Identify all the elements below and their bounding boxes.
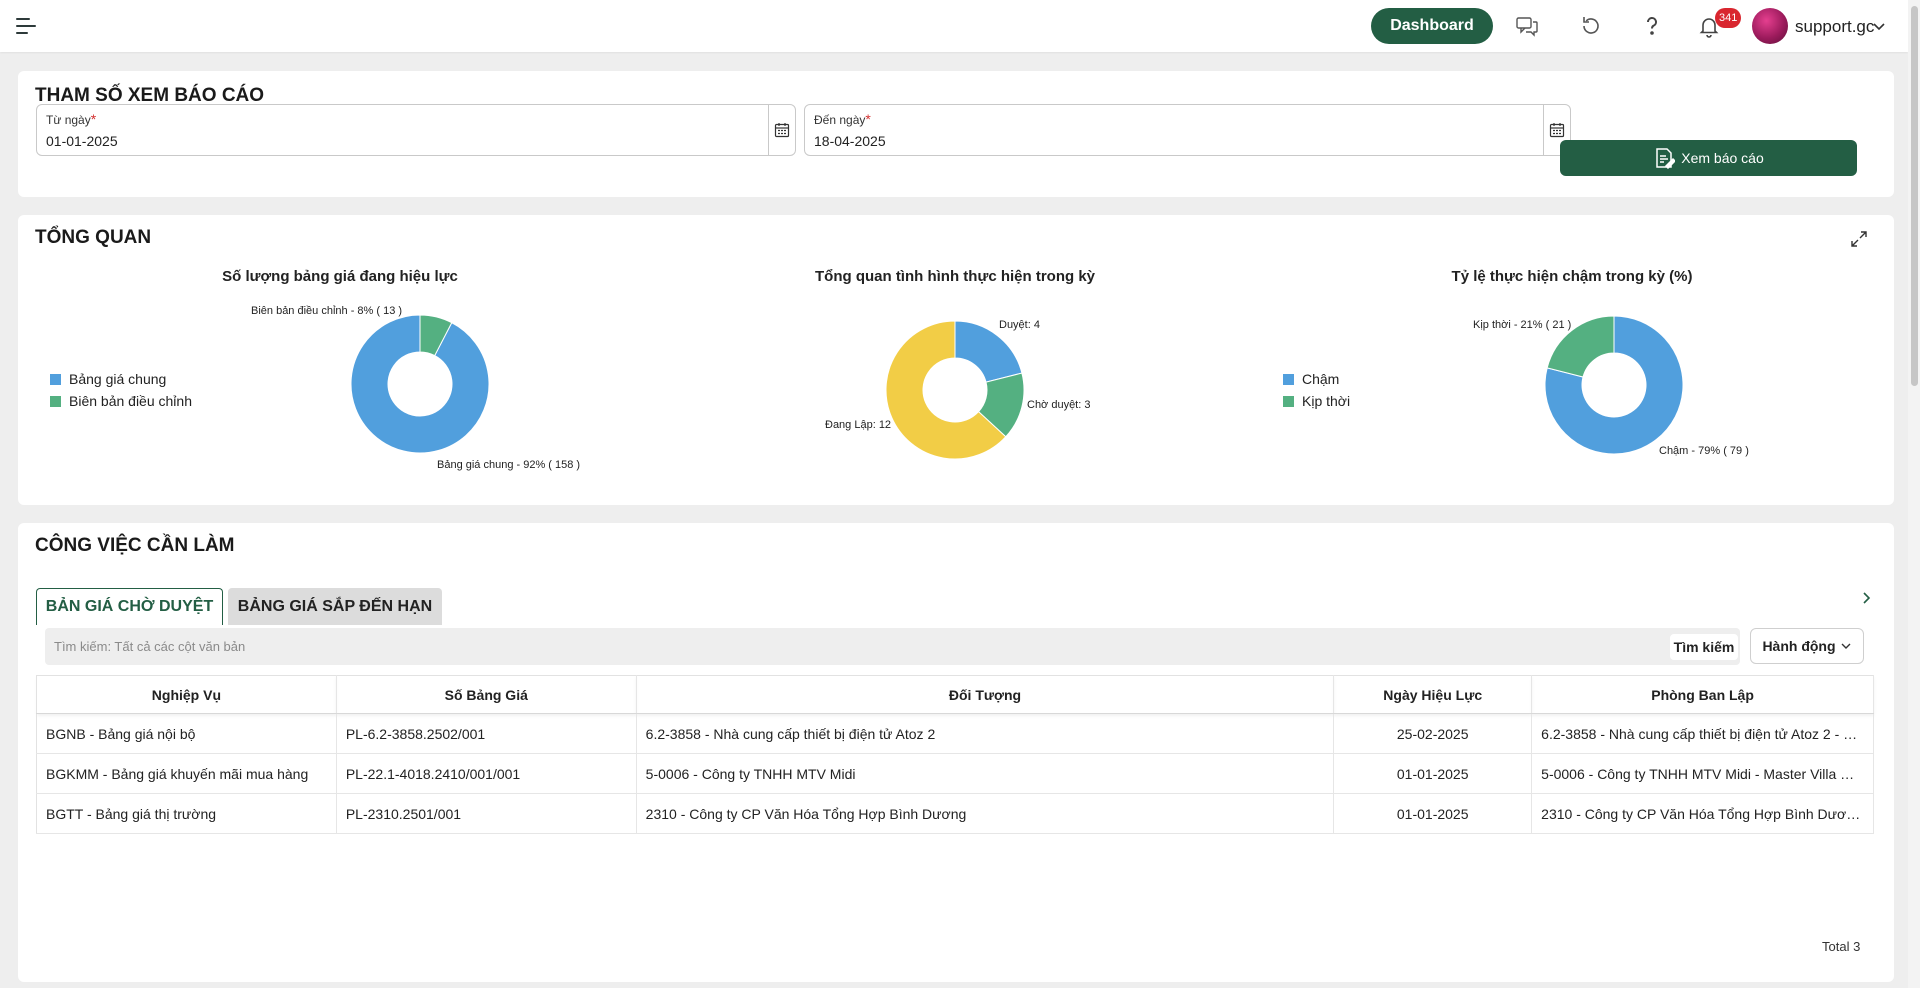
chart3-title: Tỷ lệ thực hiện chậm trong kỳ (%) xyxy=(1451,268,1693,285)
report-icon xyxy=(1656,148,1676,169)
legend-swatch xyxy=(1283,373,1294,385)
action-button-label: Hành động xyxy=(1762,638,1836,654)
table-row[interactable]: BGTT - Bảng giá thị trường PL-2310.2501/… xyxy=(36,793,1874,834)
avatar[interactable] xyxy=(1752,8,1788,44)
scrollbar-thumb[interactable] xyxy=(1911,6,1918,386)
column-header[interactable]: Nghiệp Vụ xyxy=(36,675,337,714)
to-date-value[interactable]: 18-04-2025 xyxy=(814,133,886,149)
chart1-slice-label: Biên bản điều chỉnh - 8% ( 13 ) xyxy=(251,305,403,317)
table-row[interactable]: BGNB - Bảng giá nội bộ PL-6.2-3858.2502/… xyxy=(36,713,1874,754)
table-cell: 5-0006 - Công ty TNHH MTV Midi - Master … xyxy=(1531,753,1874,794)
chevron-down-icon[interactable] xyxy=(1872,19,1886,33)
chart2-slice-label: Duyệt: 4 xyxy=(999,319,1040,331)
column-header[interactable]: Phòng Ban Lập xyxy=(1531,675,1874,714)
to-date-field[interactable]: Đến ngày* 18-04-2025 xyxy=(804,104,1571,156)
table-cell: 01-01-2025 xyxy=(1333,753,1533,794)
legend-swatch xyxy=(1283,395,1294,407)
view-report-button[interactable]: Xem báo cáo xyxy=(1560,140,1857,176)
calendar-icon[interactable] xyxy=(768,105,795,155)
view-report-label: Xem báo cáo xyxy=(1681,150,1764,166)
chevron-right-icon[interactable] xyxy=(1858,590,1874,606)
from-date-label: Từ ngày xyxy=(46,113,91,127)
table-cell: 6.2-3858 - Nhà cung cấp thiết bị điện tử… xyxy=(636,713,1335,754)
help-icon[interactable] xyxy=(1638,12,1666,40)
column-header[interactable]: Số Bảng Giá xyxy=(336,675,637,714)
legend-swatch xyxy=(50,395,61,407)
chart3-slice-label: Kịp thời - 21% ( 21 ) xyxy=(1473,319,1572,331)
top-bar: Dashboard 341 support.gc xyxy=(0,0,1908,52)
table-cell: 25-02-2025 xyxy=(1333,713,1533,754)
table-cell: 2310 - Công ty CP Văn Hóa Tổng Hợp Bình … xyxy=(636,793,1335,834)
table-cell: 2310 - Công ty CP Văn Hóa Tổng Hợp Bình … xyxy=(1531,793,1874,834)
tab-expiring-soon[interactable]: BẢNG GIÁ SẮP ĐẾN HẠN xyxy=(228,588,442,625)
overview-title: TỔNG QUAN xyxy=(35,227,152,248)
price-table: Nghiệp Vụ Số Bảng Giá Đối Tượng Ngày Hiệ… xyxy=(36,675,1874,834)
chart2-donut xyxy=(885,320,1025,460)
table-cell: PL-22.1-4018.2410/001/001 xyxy=(336,753,637,794)
required-mark: * xyxy=(865,111,871,127)
from-date-value[interactable]: 01-01-2025 xyxy=(46,133,118,149)
table-row[interactable]: BGKMM - Bảng giá khuyến mãi mua hàng PL-… xyxy=(36,753,1874,794)
search-input[interactable] xyxy=(45,628,1665,665)
notification-badge: 341 xyxy=(1715,8,1742,28)
legend-item[interactable]: Kịp thời xyxy=(1302,393,1350,409)
table-cell: PL-2310.2501/001 xyxy=(336,793,637,834)
refresh-icon[interactable] xyxy=(1577,12,1605,40)
chevron-down-icon xyxy=(1841,643,1851,649)
chart3-slice-label: Chậm - 79% ( 79 ) xyxy=(1659,445,1749,457)
chart1-title: Số lượng bảng giá đang hiệu lực xyxy=(222,268,458,285)
legend-item[interactable]: Bảng giá chung xyxy=(69,371,166,387)
chart2-slice-label: Chờ duyệt: 3 xyxy=(1027,399,1091,411)
table-cell: 5-0006 - Công ty TNHH MTV Midi xyxy=(636,753,1335,794)
table-cell: BGTT - Bảng giá thị trường xyxy=(36,793,337,834)
dashboard-button[interactable]: Dashboard xyxy=(1371,8,1493,44)
required-mark: * xyxy=(90,111,97,127)
legend-item[interactable]: Chậm xyxy=(1302,371,1339,387)
search-bar: Tìm kiếm xyxy=(45,628,1740,665)
legend-swatch xyxy=(50,373,61,385)
table-cell: PL-6.2-3858.2502/001 xyxy=(336,713,637,754)
table-header-row: Nghiệp Vụ Số Bảng Giá Đối Tượng Ngày Hiệ… xyxy=(36,675,1874,714)
chat-icon[interactable] xyxy=(1513,12,1541,40)
chart2-slice-label: Đang Lập: 12 xyxy=(825,419,892,431)
chart2-title: Tổng quan tình hình thực hiện trong kỳ xyxy=(815,268,1095,285)
tab-pending-approval[interactable]: BẢN GIÁ CHỜ DUYỆT xyxy=(36,588,223,625)
tasks-title: CÔNG VIỆC CẦN LÀM xyxy=(35,535,235,556)
chart1-slice-label: Bảng giá chung - 92% ( 158 ) xyxy=(437,459,581,471)
table-cell: BGKMM - Bảng giá khuyến mãi mua hàng xyxy=(36,753,337,794)
column-header[interactable]: Ngày Hiệu Lực xyxy=(1333,675,1533,714)
legend-item[interactable]: Biên bản điều chỉnh xyxy=(69,393,192,409)
total-count: Total 3 xyxy=(1822,939,1861,954)
chart3-legend: Chậm Kịp thời xyxy=(1283,368,1350,412)
table-cell: BGNB - Bảng giá nội bộ xyxy=(36,713,337,754)
username[interactable]: support.gc xyxy=(1795,17,1874,37)
to-date-label: Đến ngày xyxy=(814,113,866,127)
from-date-field[interactable]: Từ ngày* 01-01-2025 xyxy=(36,104,796,156)
menu-icon[interactable] xyxy=(16,16,40,36)
table-cell: 01-01-2025 xyxy=(1333,793,1533,834)
column-header[interactable]: Đối Tượng xyxy=(636,675,1335,714)
expand-icon[interactable] xyxy=(1850,230,1868,248)
table-cell: 6.2-3858 - Nhà cung cấp thiết bị điện tử… xyxy=(1531,713,1874,754)
chart1-legend: Bảng giá chung Biên bản điều chỉnh xyxy=(50,368,192,412)
search-button[interactable]: Tìm kiếm xyxy=(1670,634,1738,660)
chart1-donut xyxy=(350,314,490,454)
chart3-donut xyxy=(1544,315,1684,455)
action-button[interactable]: Hành động xyxy=(1750,628,1864,664)
